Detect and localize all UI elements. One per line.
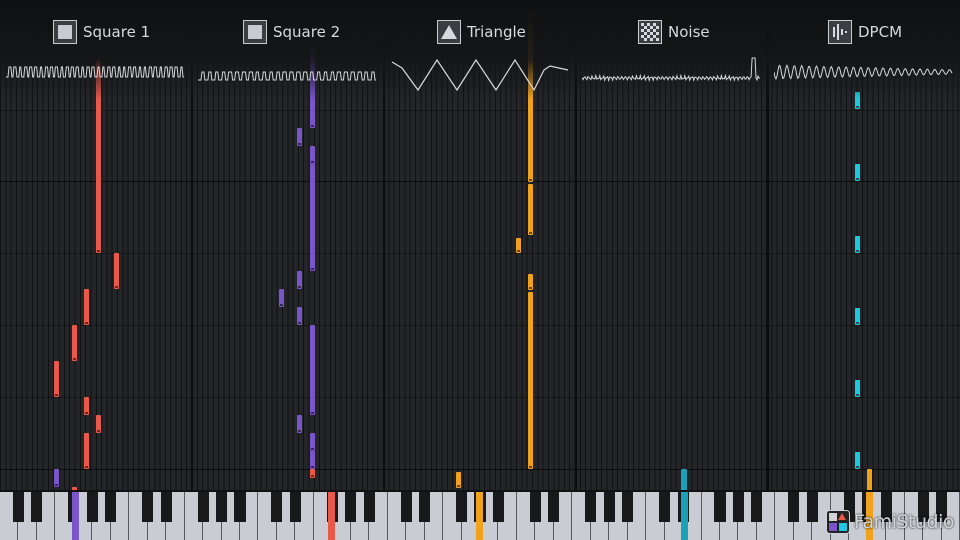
black-key[interactable]	[160, 492, 172, 522]
square2-oscilloscope	[198, 71, 376, 81]
black-key[interactable]	[548, 492, 560, 522]
channel-square2: Square 2	[243, 18, 340, 46]
black-key[interactable]	[419, 492, 431, 522]
black-key[interactable]	[622, 492, 634, 522]
note	[310, 451, 315, 469]
black-key[interactable]	[492, 492, 504, 522]
active-key-highlight	[72, 492, 79, 540]
black-key[interactable]	[585, 492, 597, 522]
black-key[interactable]	[86, 492, 98, 522]
note	[855, 164, 860, 181]
black-key[interactable]	[142, 492, 154, 522]
famistudio-logo: FamiStudio	[825, 510, 955, 534]
channel-label: Noise	[668, 23, 710, 41]
channel-label: Triangle	[467, 23, 526, 41]
active-key-highlight	[681, 492, 688, 540]
note	[84, 289, 89, 325]
black-key[interactable]	[529, 492, 541, 522]
grid-line	[0, 397, 960, 398]
note	[855, 452, 860, 469]
black-key[interactable]	[12, 492, 24, 522]
app-name: FamiStudio	[853, 511, 955, 533]
note	[297, 415, 302, 433]
black-key[interactable]	[271, 492, 283, 522]
dpcm-oscilloscope	[774, 64, 953, 81]
note	[855, 380, 860, 397]
channel-noise: Noise	[638, 18, 710, 46]
channel-label: Square 2	[273, 23, 341, 41]
note	[516, 238, 521, 253]
grid-line	[0, 110, 960, 111]
channel-label: DPCM	[858, 23, 903, 41]
note	[297, 271, 302, 289]
square1-oscilloscope	[6, 66, 184, 78]
black-key[interactable]	[197, 492, 209, 522]
note	[855, 308, 860, 325]
triangle-oscilloscope	[391, 58, 569, 92]
note	[528, 274, 533, 290]
black-key[interactable]	[714, 492, 726, 522]
note	[84, 397, 89, 415]
black-key[interactable]	[234, 492, 246, 522]
noise-oscilloscope	[582, 57, 761, 83]
dpcm-icon	[828, 20, 852, 44]
piano-roll-visualizer: Square 1 Square 2 Triangle Noise DPCM Fa…	[0, 0, 960, 540]
note	[84, 433, 89, 469]
channel-label: Square 1	[83, 23, 151, 41]
note	[279, 289, 284, 307]
grid-line	[0, 469, 960, 470]
black-key[interactable]	[603, 492, 615, 522]
note	[54, 361, 59, 397]
channel-triangle: Triangle	[437, 18, 526, 46]
note	[528, 292, 533, 469]
piano-keyboard[interactable]	[0, 492, 960, 540]
note	[528, 184, 533, 235]
noise-icon	[638, 20, 662, 44]
note	[54, 469, 59, 487]
grid-line	[0, 325, 960, 326]
note	[456, 472, 461, 488]
famistudio-logo-icon	[825, 510, 850, 534]
note	[297, 307, 302, 325]
note	[96, 415, 101, 433]
active-key-highlight	[476, 492, 483, 540]
black-key[interactable]	[659, 492, 671, 522]
black-key[interactable]	[289, 492, 301, 522]
channel-dpcm: DPCM	[828, 18, 902, 46]
note	[310, 469, 315, 478]
note	[310, 146, 315, 164]
note	[72, 325, 77, 361]
grid-line	[0, 181, 960, 182]
square-wave-icon	[243, 20, 267, 44]
channel-square1: Square 1	[53, 18, 150, 46]
note	[310, 433, 315, 451]
black-key[interactable]	[105, 492, 117, 522]
note	[114, 253, 119, 289]
black-key[interactable]	[732, 492, 744, 522]
black-key[interactable]	[456, 492, 468, 522]
black-key[interactable]	[216, 492, 228, 522]
note	[310, 164, 315, 271]
black-key[interactable]	[806, 492, 818, 522]
square-wave-icon	[53, 20, 77, 44]
note	[855, 236, 860, 253]
grid-line	[0, 253, 960, 254]
triangle-wave-icon	[437, 20, 461, 44]
active-key-highlight	[328, 492, 335, 540]
black-key[interactable]	[345, 492, 357, 522]
black-key[interactable]	[363, 492, 375, 522]
black-key[interactable]	[751, 492, 763, 522]
note	[310, 325, 315, 415]
black-key[interactable]	[400, 492, 412, 522]
note	[297, 128, 302, 146]
black-key[interactable]	[31, 492, 43, 522]
black-key[interactable]	[788, 492, 800, 522]
